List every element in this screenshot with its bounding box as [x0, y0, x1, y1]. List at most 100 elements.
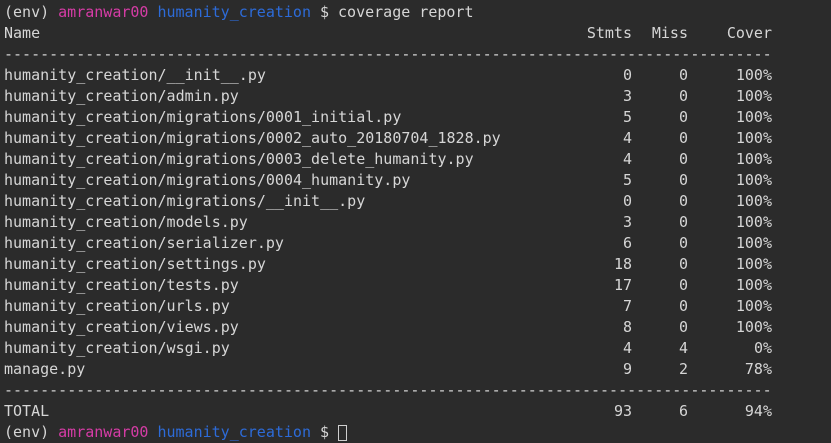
- file-name: humanity_creation/settings.py: [4, 255, 266, 273]
- stmts-value: 5: [622, 108, 632, 126]
- cover-value: 100%: [735, 297, 772, 315]
- cover-value: 100%: [735, 150, 772, 168]
- file-name: humanity_creation/__init__.py: [4, 66, 266, 84]
- prompt-dollar-sign: $: [320, 3, 330, 21]
- cover-value: 100%: [735, 213, 772, 231]
- file-name: humanity_creation/migrations/0002_auto_2…: [4, 129, 501, 147]
- header-stmts: Stmts: [586, 24, 632, 42]
- miss-value: 0: [678, 171, 688, 189]
- cover-value: 0%: [753, 339, 772, 357]
- cover-value: 78%: [744, 360, 772, 378]
- stmts-value: 3: [622, 213, 632, 231]
- miss-value: 0: [678, 276, 688, 294]
- table-row: humanity_creation/tests.py 17 0 100%: [4, 275, 772, 296]
- cover-value: 100%: [735, 171, 772, 189]
- prompt-directory: humanity_creation: [157, 3, 311, 21]
- miss-value: 2: [678, 360, 688, 378]
- miss-value: 0: [678, 213, 688, 231]
- table-row: manage.py 9 2 78%: [4, 359, 772, 380]
- table-row: humanity_creation/migrations/0002_auto_2…: [4, 128, 772, 149]
- stmts-value: 17: [613, 276, 632, 294]
- miss-value: 0: [678, 129, 688, 147]
- file-name: humanity_creation/migrations/__init__.py: [4, 192, 366, 210]
- venv-indicator: (env): [4, 423, 50, 441]
- stmts-value: 3: [622, 87, 632, 105]
- separator-top: ----------------------------------------…: [4, 45, 772, 63]
- total-cover: 94%: [744, 402, 772, 420]
- cover-value: 100%: [735, 234, 772, 252]
- coverage-table-body: humanity_creation/__init__.py 0 0 100% h…: [4, 65, 772, 380]
- stmts-value: 6: [622, 234, 632, 252]
- cover-value: 100%: [735, 129, 772, 147]
- file-name: humanity_creation/urls.py: [4, 297, 230, 315]
- prompt-username: amranwar00: [58, 423, 149, 441]
- stmts-value: 18: [613, 255, 632, 273]
- table-row: humanity_creation/migrations/0001_initia…: [4, 107, 772, 128]
- bottom-prompt-line: (env) amranwar00 humanity_creation $: [4, 422, 772, 443]
- stmts-value: 8: [622, 318, 632, 336]
- miss-value: 0: [678, 318, 688, 336]
- file-name: humanity_creation/migrations/0001_initia…: [4, 108, 402, 126]
- cover-value: 100%: [735, 192, 772, 210]
- file-name: humanity_creation/models.py: [4, 213, 248, 231]
- cover-value: 100%: [735, 276, 772, 294]
- file-name: humanity_creation/migrations/0004_humani…: [4, 171, 411, 189]
- table-row: humanity_creation/__init__.py 0 0 100%: [4, 65, 772, 86]
- table-row: humanity_creation/wsgi.py 4 4 0%: [4, 338, 772, 359]
- total-row: TOTAL 93 6 94%: [4, 401, 772, 422]
- table-row: humanity_creation/migrations/0004_humani…: [4, 170, 772, 191]
- prompt-line: (env) amranwar00 humanity_creation $ cov…: [4, 2, 772, 23]
- separator-bottom: ----------------------------------------…: [4, 381, 772, 399]
- miss-value: 0: [678, 192, 688, 210]
- table-row: humanity_creation/migrations/0003_delete…: [4, 149, 772, 170]
- cover-value: 100%: [735, 66, 772, 84]
- terminal-cursor: [338, 424, 348, 441]
- file-name: manage.py: [4, 360, 86, 378]
- stmts-value: 0: [622, 192, 632, 210]
- stmts-value: 5: [622, 171, 632, 189]
- file-name: humanity_creation/migrations/0003_delete…: [4, 150, 474, 168]
- venv-indicator: (env): [4, 3, 50, 21]
- cover-value: 100%: [735, 255, 772, 273]
- file-name: humanity_creation/tests.py: [4, 276, 239, 294]
- file-name: humanity_creation/views.py: [4, 318, 239, 336]
- file-name: humanity_creation/wsgi.py: [4, 339, 230, 357]
- header-name: Name: [4, 24, 41, 42]
- table-row: humanity_creation/serializer.py 6 0 100%: [4, 233, 772, 254]
- file-name: humanity_creation/serializer.py: [4, 234, 284, 252]
- miss-value: 0: [678, 297, 688, 315]
- miss-value: 4: [678, 339, 688, 357]
- table-row: humanity_creation/models.py 3 0 100%: [4, 212, 772, 233]
- table-row: humanity_creation/urls.py 7 0 100%: [4, 296, 772, 317]
- file-name: humanity_creation/admin.py: [4, 87, 239, 105]
- table-header-row: Name Stmts Miss Cover: [4, 23, 772, 44]
- table-row: humanity_creation/admin.py 3 0 100%: [4, 86, 772, 107]
- table-row: humanity_creation/settings.py 18 0 100%: [4, 254, 772, 275]
- miss-value: 0: [678, 150, 688, 168]
- total-stmts: 93: [613, 402, 632, 420]
- table-row: humanity_creation/migrations/__init__.py…: [4, 191, 772, 212]
- prompt-directory: humanity_creation: [157, 423, 311, 441]
- stmts-value: 0: [622, 66, 632, 84]
- stmts-value: 4: [622, 129, 632, 147]
- stmts-value: 4: [622, 150, 632, 168]
- prompt-dollar-sign: $: [320, 423, 330, 441]
- total-label: TOTAL: [4, 402, 50, 420]
- header-cover: Cover: [726, 24, 772, 42]
- cover-value: 100%: [735, 87, 772, 105]
- table-row: humanity_creation/views.py 8 0 100%: [4, 317, 772, 338]
- cover-value: 100%: [735, 318, 772, 336]
- miss-value: 0: [678, 66, 688, 84]
- miss-value: 0: [678, 108, 688, 126]
- command-text: coverage report: [338, 3, 474, 21]
- stmts-value: 9: [622, 360, 632, 378]
- miss-value: 0: [678, 87, 688, 105]
- prompt-username: amranwar00: [58, 3, 149, 21]
- cover-value: 100%: [735, 108, 772, 126]
- stmts-value: 7: [622, 297, 632, 315]
- miss-value: 0: [678, 234, 688, 252]
- miss-value: 0: [678, 255, 688, 273]
- total-miss: 6: [678, 402, 688, 420]
- stmts-value: 4: [622, 339, 632, 357]
- terminal-window[interactable]: (env) amranwar00 humanity_creation $ cov…: [0, 0, 831, 441]
